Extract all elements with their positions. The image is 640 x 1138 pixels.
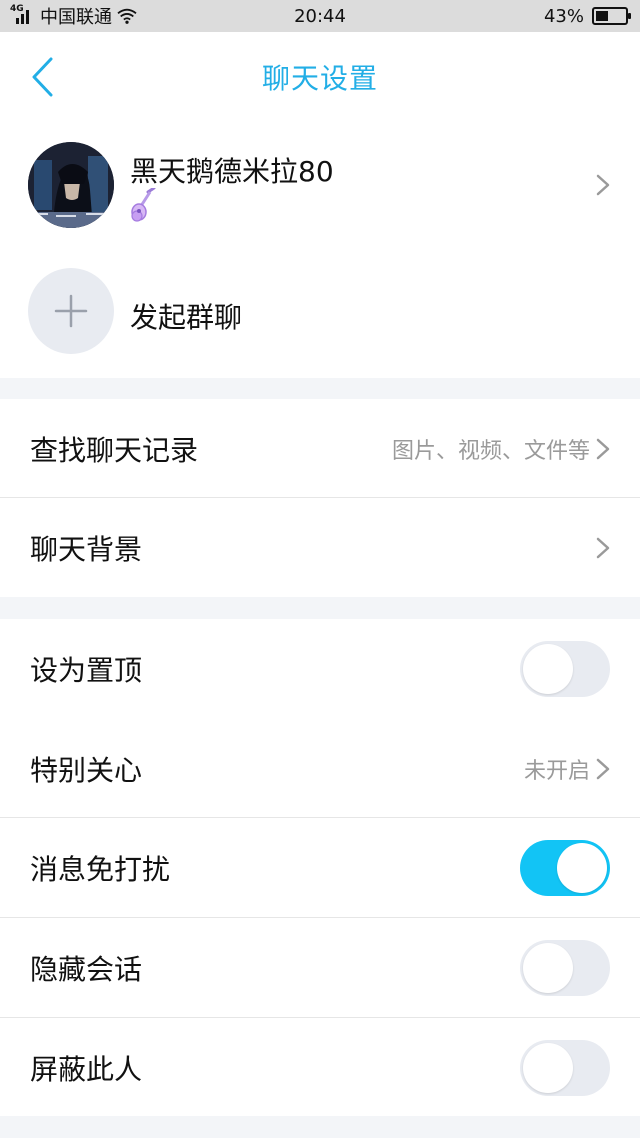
chevron-right-icon	[596, 174, 610, 196]
contact-section: 黑天鹅德米拉80 发起群聊	[0, 122, 640, 378]
chat-background-label: 聊天背景	[30, 533, 143, 566]
toggle-knob	[523, 1043, 573, 1093]
status-left: 4G 中国联通	[10, 3, 138, 29]
plus-icon	[54, 294, 88, 328]
add-group-button[interactable]	[28, 268, 114, 354]
avatar-image	[28, 142, 114, 228]
hide-chat-row[interactable]: 隐藏会话	[0, 918, 640, 1018]
network-type: 4G	[10, 4, 24, 14]
status-bar: 4G 中国联通 20:44 43%	[0, 0, 640, 32]
history-section: 查找聊天记录 图片、视频、文件等 聊天背景	[0, 399, 640, 597]
wifi-icon	[117, 8, 137, 24]
chevron-right-icon	[596, 537, 610, 559]
guitar-icon	[131, 188, 156, 222]
special-care-status: 未开启	[523, 759, 590, 784]
search-chat-history-row[interactable]: 查找聊天记录 图片、视频、文件等	[0, 399, 640, 499]
block-user-toggle[interactable]	[520, 1040, 610, 1096]
do-not-disturb-label: 消息免打扰	[30, 853, 171, 886]
hide-chat-label: 隐藏会话	[30, 953, 143, 986]
nav-header: 聊天设置	[0, 32, 640, 122]
battery-percent: 43%	[543, 5, 584, 27]
battery-fill	[596, 11, 609, 21]
toggle-knob	[523, 644, 573, 694]
battery-icon	[592, 7, 631, 25]
toggle-knob	[557, 843, 607, 893]
settings-section: 设为置顶 特别关心 未开启 消息免打扰 隐藏会话 屏蔽此人	[0, 619, 640, 1116]
signal-icon: 4G	[10, 4, 36, 26]
block-user-label: 屏蔽此人	[30, 1053, 143, 1086]
chevron-left-icon	[32, 57, 53, 97]
page-title: 聊天设置	[261, 62, 378, 95]
do-not-disturb-row[interactable]: 消息免打扰	[0, 818, 640, 918]
start-group-chat-row[interactable]: 发起群聊	[0, 260, 640, 360]
toggle-knob	[523, 943, 573, 993]
search-chat-history-label: 查找聊天记录	[30, 434, 199, 467]
pin-to-top-label: 设为置顶	[30, 654, 143, 687]
start-group-chat-label: 发起群聊	[130, 301, 243, 334]
contact-name: 黑天鹅德米拉80	[130, 155, 334, 188]
chevron-right-icon	[596, 438, 610, 460]
chevron-right-icon	[596, 758, 610, 780]
block-user-row[interactable]: 屏蔽此人	[0, 1018, 640, 1118]
avatar[interactable]	[28, 142, 114, 228]
special-care-row[interactable]: 特别关心 未开启	[0, 719, 640, 819]
contact-profile-row[interactable]: 黑天鹅德米拉80	[0, 122, 640, 248]
pin-to-top-row[interactable]: 设为置顶	[0, 619, 640, 719]
hide-chat-toggle[interactable]	[520, 940, 610, 996]
status-time: 20:44	[294, 5, 346, 27]
special-care-label: 特别关心	[30, 754, 143, 787]
chat-background-row[interactable]: 聊天背景	[0, 498, 640, 598]
status-right: 43%	[543, 5, 631, 27]
carrier-name: 中国联通	[40, 7, 112, 28]
back-button[interactable]	[22, 54, 62, 100]
do-not-disturb-toggle[interactable]	[520, 840, 610, 896]
pin-to-top-toggle[interactable]	[520, 641, 610, 697]
search-chat-history-hint: 图片、视频、文件等	[391, 439, 590, 464]
